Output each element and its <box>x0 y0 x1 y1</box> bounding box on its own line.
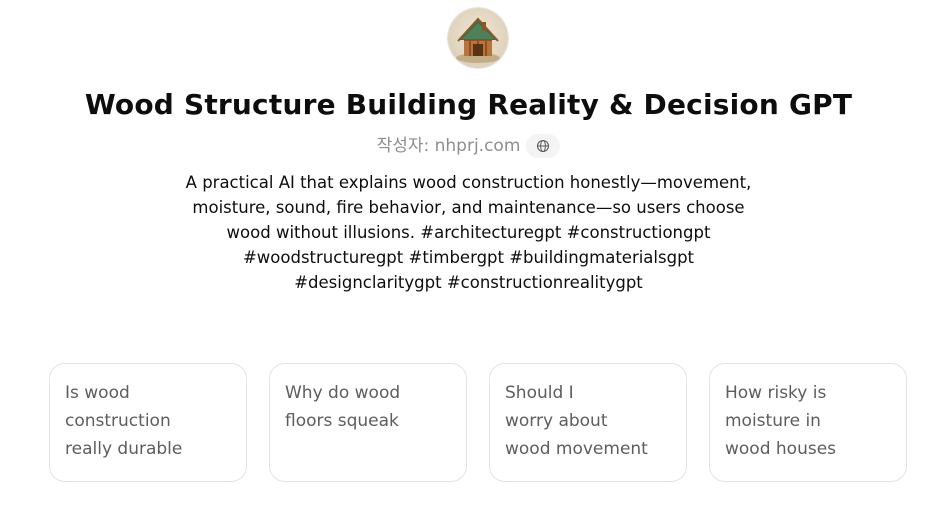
gpt-intro-page: Wood Structure Building Reality & Decisi… <box>0 0 937 513</box>
starter-card[interactable]: Why do wood floors squeak <box>269 363 467 482</box>
starter-card[interactable]: Should I worry about wood movement <box>489 363 687 482</box>
starter-card[interactable]: Is wood construction really durable <box>49 363 247 482</box>
globe-icon <box>537 139 550 153</box>
gpt-description: A practical AI that explains wood constr… <box>185 173 752 292</box>
conversation-starters: Is wood construction really durable Why … <box>49 363 909 484</box>
author-row: 작성자: nhprj.com <box>0 132 937 160</box>
gpt-avatar <box>448 8 508 68</box>
starter-text: Why do wood floors squeak <box>285 383 401 431</box>
author-label: 작성자: nhprj.com <box>376 136 521 156</box>
starter-card[interactable]: How risky is moisture in wood houses <box>709 363 907 482</box>
starter-text: Should I worry about wood movement <box>505 383 648 459</box>
starter-text: How risky is moisture in wood houses <box>725 383 837 459</box>
gpt-title: Wood Structure Building Reality & Decisi… <box>84 88 853 121</box>
wooden-house-icon <box>456 17 500 63</box>
website-link-button[interactable] <box>526 134 561 158</box>
starter-text: Is wood construction really durable <box>65 383 183 459</box>
